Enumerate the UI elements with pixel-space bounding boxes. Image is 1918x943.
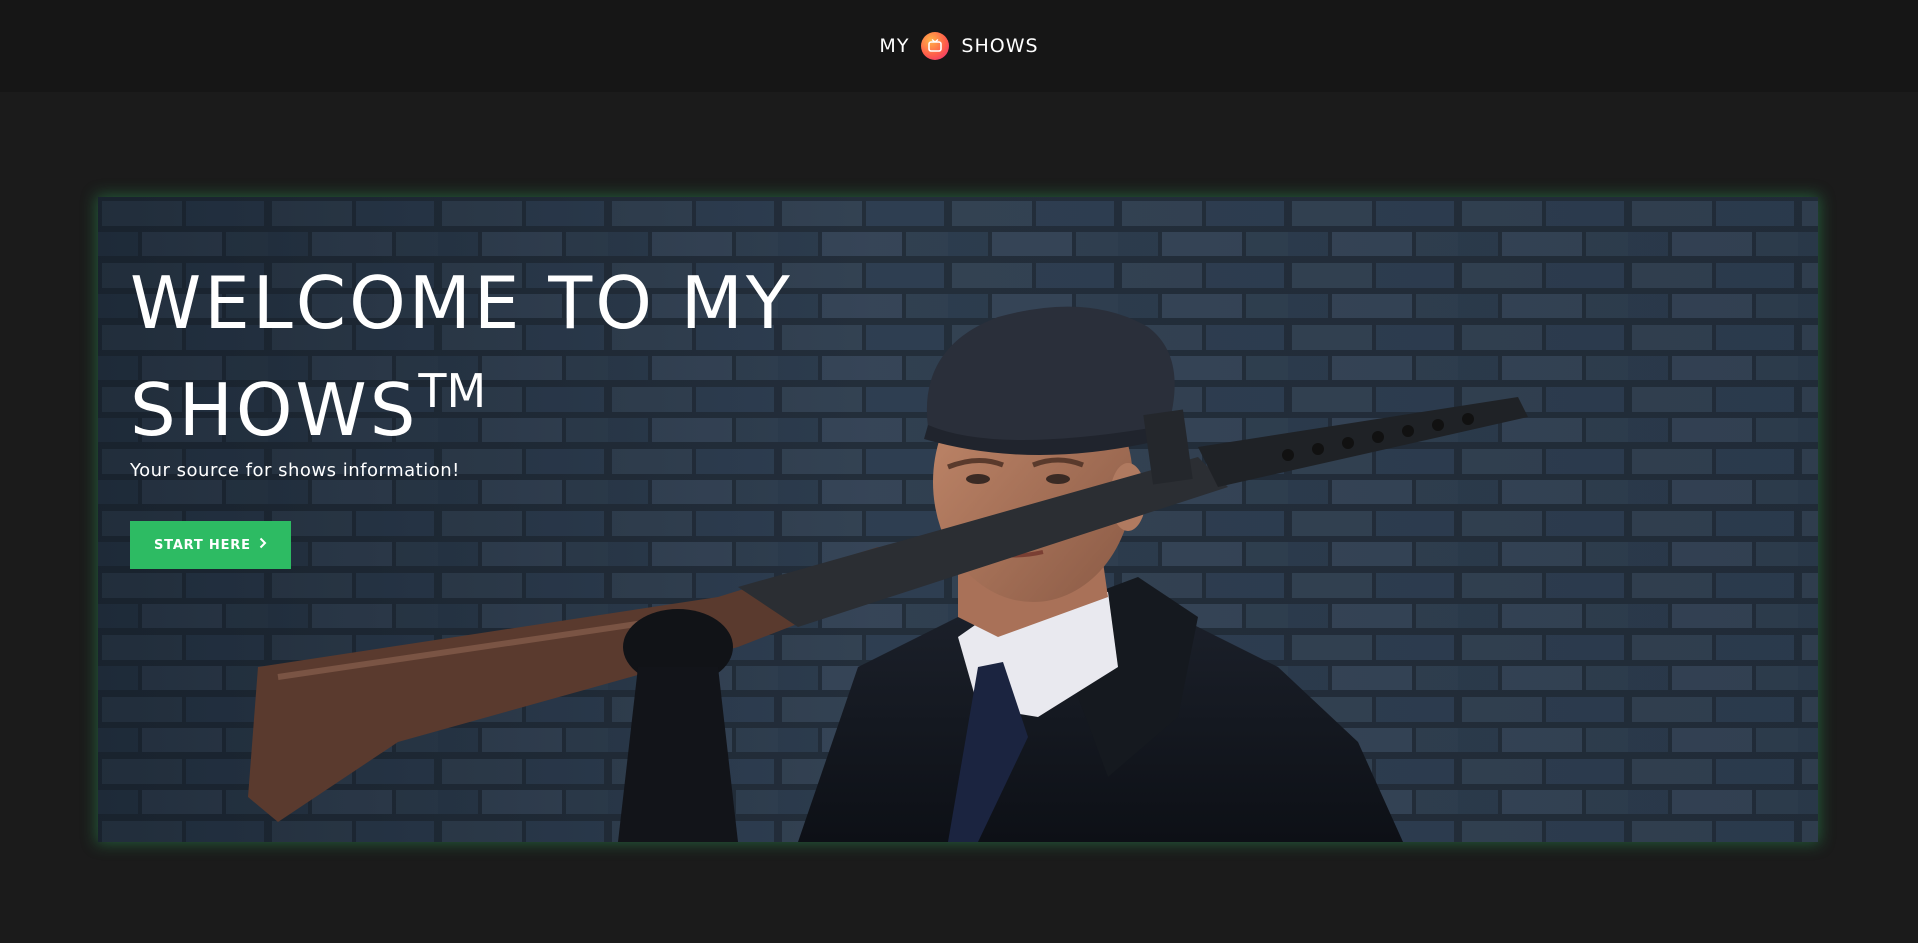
top-header: MY SHOWS (0, 0, 1918, 92)
brand-text-left: MY (879, 35, 910, 57)
hero-title-line2: SHOWS (130, 368, 419, 452)
brand-link[interactable]: MY SHOWS (879, 32, 1038, 60)
tv-icon (921, 32, 950, 60)
hero-subtitle: Your source for shows information! (130, 460, 460, 481)
brand-text-right: SHOWS (961, 35, 1039, 57)
hero-title: WELCOME TO MY SHOWSTM (130, 259, 890, 454)
chevron-right-icon (259, 537, 267, 553)
hero-banner: WELCOME TO MY SHOWSTM Your source for sh… (98, 197, 1818, 842)
hero-title-line1: WELCOME TO MY (130, 261, 793, 345)
start-here-button[interactable]: START HERE (130, 521, 291, 569)
trademark-mark: TM (418, 364, 487, 418)
hero-content: WELCOME TO MY SHOWSTM Your source for sh… (130, 259, 890, 569)
start-here-label: START HERE (154, 537, 251, 553)
